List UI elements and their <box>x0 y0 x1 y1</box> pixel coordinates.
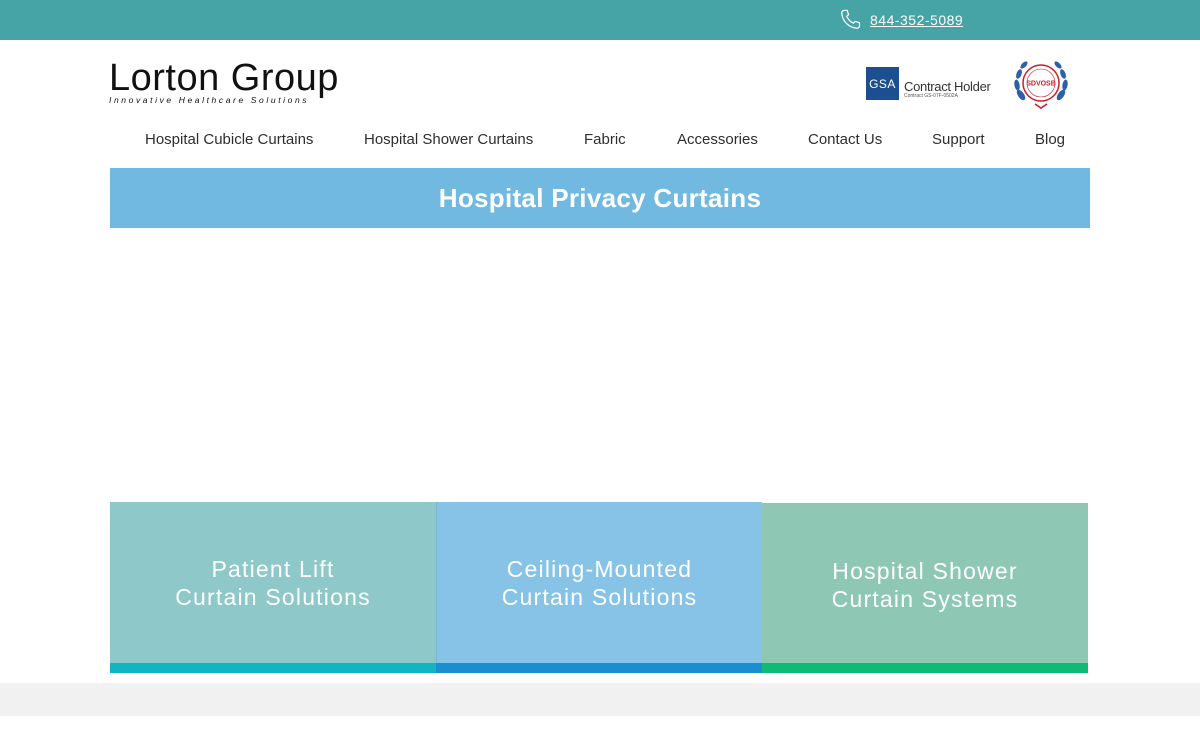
nav-fabric[interactable]: Fabric <box>584 131 626 148</box>
tile-accent-bar <box>436 663 762 673</box>
nav-accessories[interactable]: Accessories <box>677 131 758 148</box>
page-banner: Hospital Privacy Curtains <box>110 168 1090 228</box>
tile-line-2: Curtain Solutions <box>175 583 371 610</box>
gsa-title: Contract Holder <box>904 79 991 94</box>
tile-line-1: Ceiling-Mounted <box>506 555 693 582</box>
phone-number-link[interactable]: 844-352-5089 <box>870 12 963 28</box>
tile-patient-lift-curtain-solutions[interactable]: Patient Lift Curtain Solutions <box>110 502 436 673</box>
logo-title: Lorton Group <box>109 57 339 99</box>
tile-line-2: Curtain Systems <box>831 586 1019 612</box>
nav-contact-us[interactable]: Contact Us <box>808 131 882 148</box>
gsa-logo: GSA <box>866 67 899 100</box>
page-title: Hospital Privacy Curtains <box>438 182 762 213</box>
nav-blog[interactable]: Blog <box>1035 131 1065 148</box>
nav-hospital-cubicle-curtains[interactable]: Hospital Cubicle Curtains <box>145 131 313 148</box>
tile-accent-bar <box>110 663 436 673</box>
main-navigation: Hospital Cubicle Curtains Hospital Showe… <box>119 131 1091 153</box>
tile-line-1: Patient Lift <box>211 555 335 582</box>
seal-label: SDVOSB <box>1026 81 1056 88</box>
laurel-seal-icon: SDVOSB <box>1014 61 1068 109</box>
top-bar: 844-352-5089 <box>0 0 1200 40</box>
nav-support[interactable]: Support <box>932 131 985 148</box>
phone-contact[interactable]: 844-352-5089 <box>839 8 963 31</box>
tile-line-2: Curtain Solutions <box>501 583 698 610</box>
logo-tagline: Innovative Healthcare Solutions <box>109 95 310 105</box>
tile-line-1: Hospital Shower <box>832 558 1018 584</box>
tile-hospital-shower-curtain-systems[interactable]: Hospital Shower Curtain Systems <box>762 502 1088 673</box>
tile-ceiling-mounted-curtain-solutions[interactable]: Ceiling-Mounted Curtain Solutions <box>436 502 762 673</box>
phone-icon <box>841 9 861 29</box>
footer-strip <box>0 683 1200 716</box>
gsa-badge: GSA Contract Holder Contract GS-07F-0502… <box>866 67 991 100</box>
company-logo[interactable]: Lorton Group Innovative Healthcare Solut… <box>109 57 349 108</box>
nav-hospital-shower-curtains[interactable]: Hospital Shower Curtains <box>364 131 533 148</box>
tile-accent-bar <box>762 663 1088 673</box>
